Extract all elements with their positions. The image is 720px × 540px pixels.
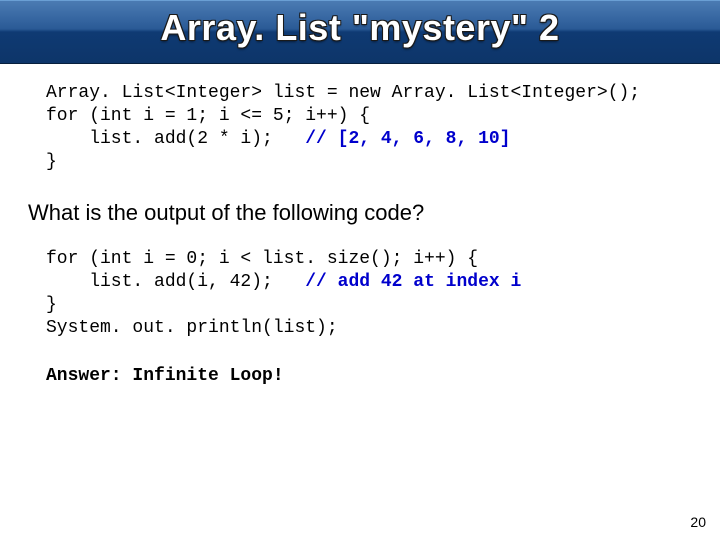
title-bar: Array. List "mystery" 2	[0, 0, 720, 64]
code2-line4: System. out. println(list);	[46, 318, 338, 338]
code2-line3: }	[46, 295, 57, 315]
code2-line2a: list. add(i, 42);	[46, 272, 273, 292]
code2-line1: for (int i = 0; i < list. size(); i++) {	[46, 249, 478, 269]
code1-line4: }	[46, 152, 57, 172]
page-number: 20	[690, 514, 706, 530]
code1-line1: Array. List<Integer> list = new Array. L…	[46, 83, 640, 103]
code1-line2: for (int i = 1; i <= 5; i++) {	[46, 106, 370, 126]
slide-title: Array. List "mystery" 2	[0, 7, 720, 49]
answer-text: Answer: Infinite Loop!	[46, 366, 692, 386]
slide-body: Array. List<Integer> list = new Array. L…	[0, 64, 720, 386]
code1-comment: // [2, 4, 6, 8, 10]	[273, 129, 511, 149]
code2-comment: // add 42 at index i	[273, 272, 521, 292]
code-block-1: Array. List<Integer> list = new Array. L…	[46, 82, 692, 174]
code1-line3a: list. add(2 * i);	[46, 129, 273, 149]
code-block-2: for (int i = 0; i < list. size(); i++) {…	[46, 248, 692, 340]
question-text: What is the output of the following code…	[28, 200, 692, 226]
